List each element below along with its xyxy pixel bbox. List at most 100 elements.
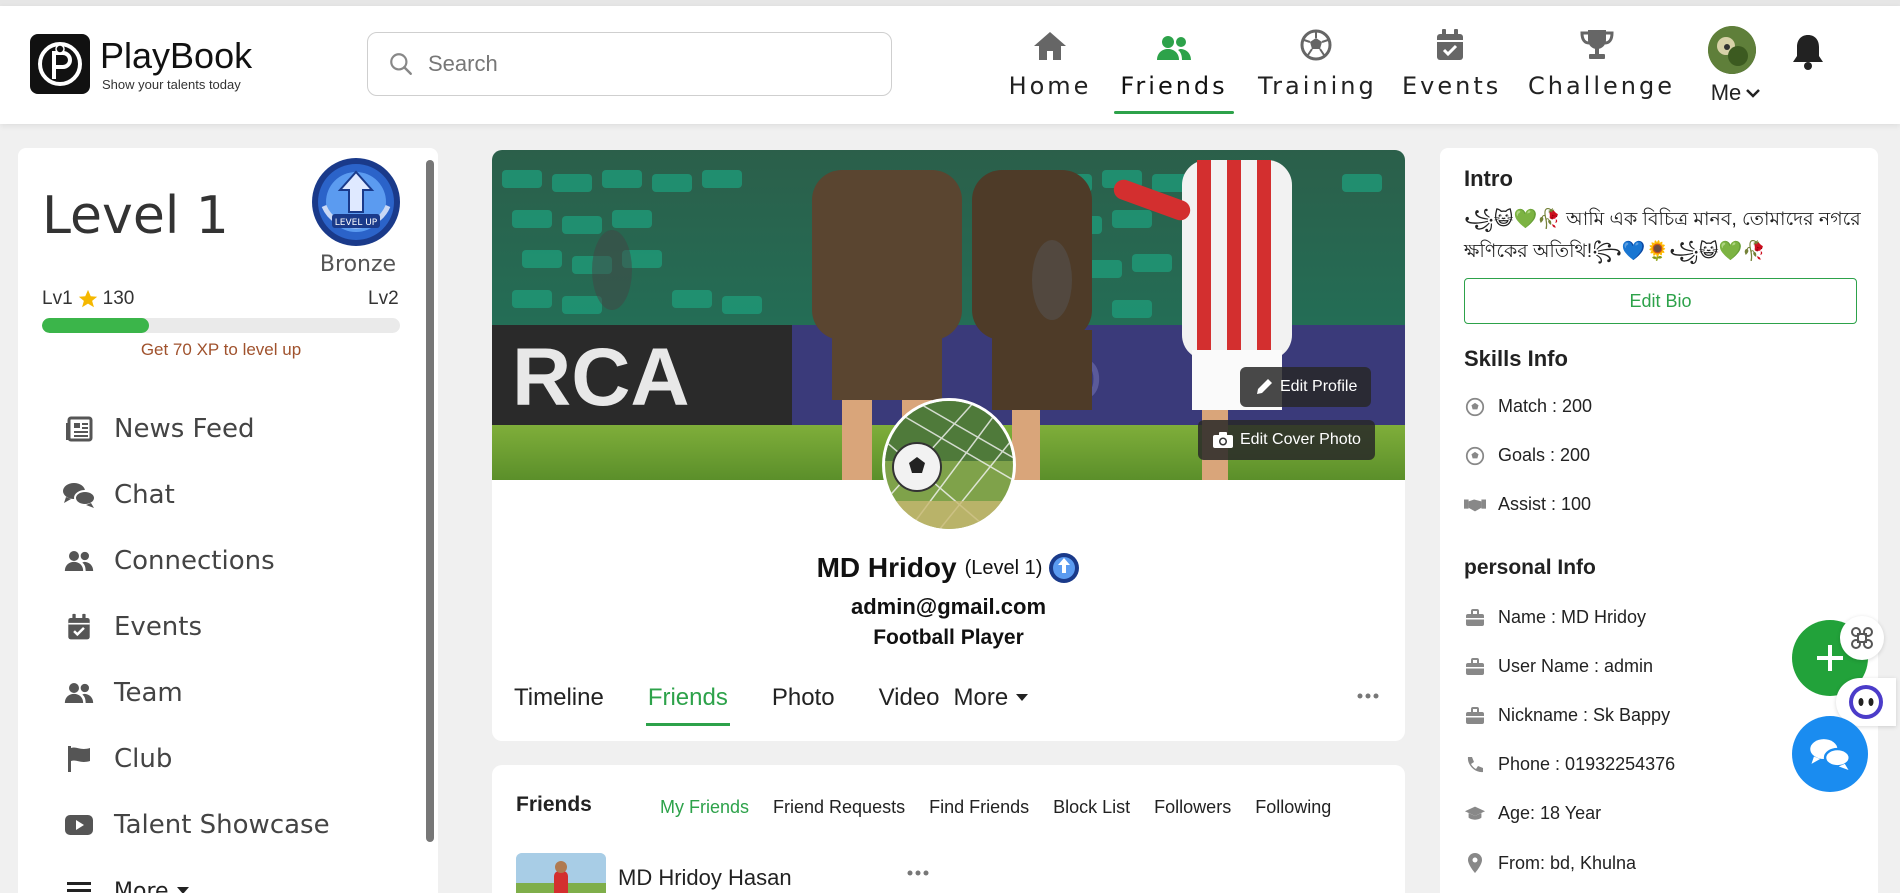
info-from-text: From: bd, Khulna <box>1498 852 1637 873</box>
graduation-cap-icon <box>1464 805 1486 823</box>
nav-challenge-label: Challenge <box>1528 72 1675 100</box>
nav-events[interactable]: Events <box>1402 22 1498 114</box>
profile-name-line: MD Hridoy (Level 1) <box>492 552 1405 584</box>
flag-icon <box>62 745 96 773</box>
search-box[interactable] <box>367 32 892 96</box>
friends-title: Friends <box>516 793 592 816</box>
level-from-label: Lv1 <box>42 288 73 309</box>
sidebar-item-connections[interactable]: Connections <box>62 528 330 594</box>
search-input[interactable] <box>428 51 848 77</box>
skill-assist: Assist : 100 <box>1464 494 1591 515</box>
caret-down-icon <box>176 887 189 893</box>
friend-name[interactable]: MD Hridoy Hasan <box>618 865 792 891</box>
pencil-icon <box>1254 377 1274 397</box>
friend-options-button[interactable] <box>906 869 930 877</box>
playbook-logo[interactable]: PlayBook Show your talents today <box>30 34 252 94</box>
info-nickname: Nickname : Sk Bappy <box>1464 705 1670 726</box>
info-from: From: bd, Khulna <box>1464 852 1636 874</box>
friend-list-item[interactable]: MD Hridoy Hasan <box>516 853 792 893</box>
edit-profile-button[interactable]: Edit Profile <box>1240 367 1372 407</box>
sidebar-item-talent-showcase[interactable]: Talent Showcase <box>62 792 330 858</box>
info-phone-text: Phone : 01932254376 <box>1498 754 1676 774</box>
home-icon <box>1032 30 1068 62</box>
sidebar-item-label: Events <box>114 612 203 642</box>
nav-events-label: Events <box>1402 72 1502 100</box>
nav-training[interactable]: Training <box>1258 22 1374 114</box>
notification-bell[interactable] <box>1790 32 1826 72</box>
edit-cover-photo-button[interactable]: Edit Cover Photo <box>1198 420 1375 460</box>
badge-text: LEVEL UP <box>335 218 378 228</box>
chat-bubbles-icon <box>1809 736 1851 772</box>
nav-home-label: Home <box>1008 72 1092 100</box>
nav-home[interactable]: Home <box>1008 22 1092 114</box>
friend-avatar <box>516 853 606 893</box>
intro-bio: ꧁😺💚🥀 আমি এক বিচিত্র মানব, তোমাদের নগরে ক… <box>1464 209 1861 262</box>
me-menu[interactable]: Me <box>1707 26 1761 106</box>
sidebar-scrollbar[interactable] <box>426 160 434 842</box>
edit-bio-button[interactable]: Edit Bio <box>1464 278 1857 324</box>
nav-friends-label: Friends <box>1120 72 1228 100</box>
sidebar-item-label: Club <box>114 744 173 774</box>
tab-timeline[interactable]: Timeline <box>514 684 604 726</box>
subtab-followers[interactable]: Followers <box>1154 797 1231 818</box>
left-sidebar: Level 1 LEVEL UP Bronze Lv1 130 Lv2 Get … <box>18 148 438 893</box>
map-pin-icon <box>1464 852 1486 874</box>
subtab-block-list[interactable]: Block List <box>1053 797 1130 818</box>
sidebar-item-news-feed[interactable]: News Feed <box>62 396 330 462</box>
logo-mark-icon <box>30 34 90 94</box>
bot-face-icon <box>1847 683 1885 721</box>
skill-assist-text: Assist : 100 <box>1498 494 1592 514</box>
youtube-icon <box>62 814 96 836</box>
info-name-text: Name : MD Hridoy <box>1498 607 1647 627</box>
chevron-down-icon <box>1745 87 1761 99</box>
user-avatar <box>1708 26 1756 74</box>
brand-tagline: Show your talents today <box>102 76 241 92</box>
nav-challenge[interactable]: Challenge <box>1528 22 1675 114</box>
level-badge-icon: LEVEL UP <box>310 156 402 248</box>
xp-hint: Get 70 XP to level up <box>140 340 302 359</box>
profile-avatar[interactable] <box>882 398 1016 532</box>
shortcuts-button[interactable] <box>1840 616 1884 660</box>
subtab-find-friends[interactable]: Find Friends <box>929 797 1029 818</box>
search-icon <box>388 51 414 77</box>
ellipsis-icon <box>906 869 930 877</box>
sidebar-item-label: More <box>114 878 169 893</box>
profile-email: admin@gmail.com <box>850 594 1047 619</box>
calendar-check-icon <box>62 613 96 641</box>
subtab-friend-requests[interactable]: Friend Requests <box>773 797 905 818</box>
tab-friends[interactable]: Friends <box>645 684 730 726</box>
info-username: User Name : admin <box>1464 656 1653 677</box>
newspaper-icon <box>62 416 96 442</box>
tab-more-label: More <box>953 684 1009 711</box>
messenger-button[interactable] <box>1792 716 1868 792</box>
ellipsis-icon <box>1356 692 1380 700</box>
subtab-following[interactable]: Following <box>1255 797 1331 818</box>
sidebar-item-club[interactable]: Club <box>62 726 330 792</box>
tab-video[interactable]: Video <box>879 684 940 726</box>
subtab-my-friends[interactable]: My Friends <box>660 797 749 818</box>
skill-goals: Goals : 200 <box>1464 445 1590 466</box>
tab-more[interactable]: More <box>954 684 1029 726</box>
star-icon <box>77 288 99 310</box>
level-tier: Bronze <box>319 252 397 277</box>
chat-bubbles-icon <box>62 481 96 509</box>
bars-icon <box>62 880 96 893</box>
sidebar-item-chat[interactable]: Chat <box>62 462 330 528</box>
xp-value: 130 <box>102 288 135 309</box>
level-to-label: Lv2 <box>368 288 399 309</box>
sidebar-item-more[interactable]: More <box>62 858 330 893</box>
caret-down-icon <box>1016 694 1029 702</box>
nav-training-label: Training <box>1258 72 1377 100</box>
profile-tabs: Timeline Friends Photo Video More <box>514 684 1072 726</box>
info-nickname-text: Nickname : Sk Bappy <box>1498 705 1671 725</box>
sidebar-item-events[interactable]: Events <box>62 594 330 660</box>
intro-title: Intro <box>1464 166 1513 191</box>
sidebar-item-team[interactable]: Team <box>62 660 330 726</box>
level-badge-small-icon <box>1048 552 1080 584</box>
users-icon <box>62 549 96 573</box>
nav-friends[interactable]: Friends <box>1114 22 1234 114</box>
profile-options-button[interactable] <box>1356 692 1380 700</box>
tab-photo[interactable]: Photo <box>772 684 835 726</box>
sidebar-item-label: Team <box>114 678 183 708</box>
trophy-icon <box>1579 28 1615 62</box>
